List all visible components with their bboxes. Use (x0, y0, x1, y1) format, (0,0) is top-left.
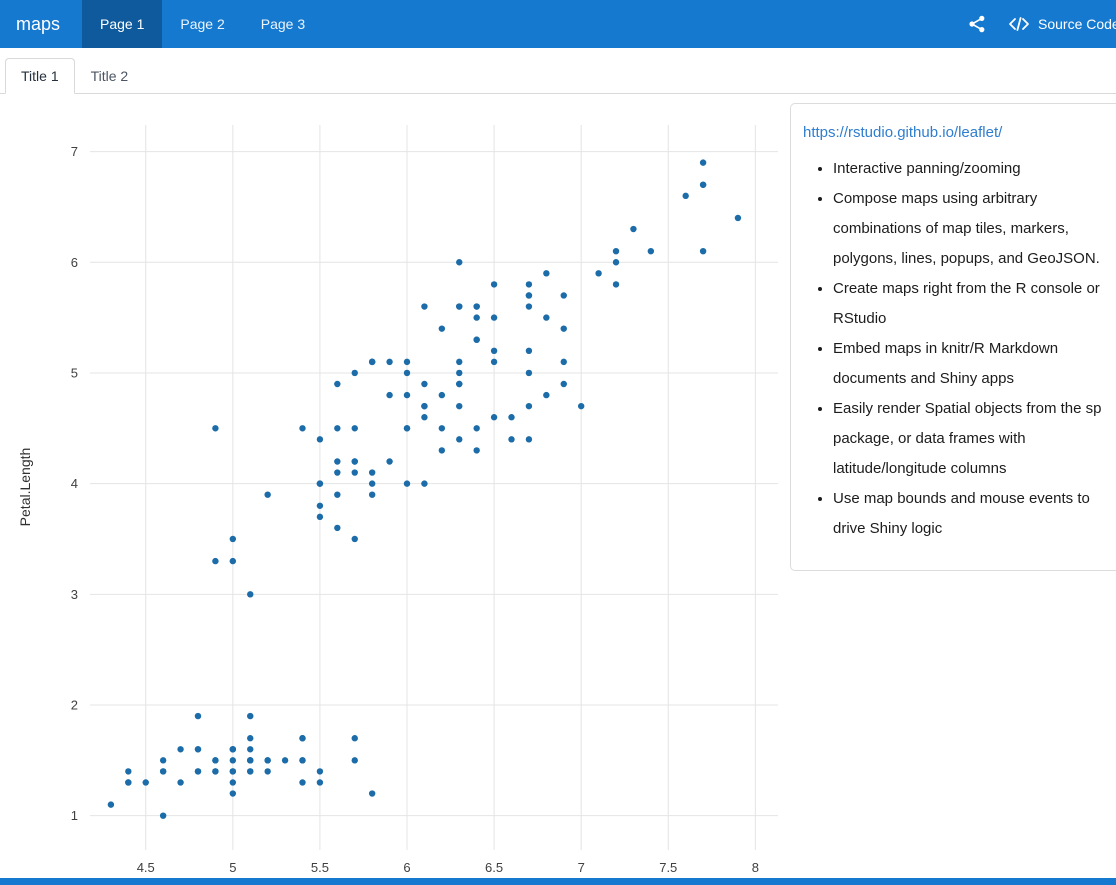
tab-title1[interactable]: Title 1 (5, 58, 75, 94)
list-item: Embed maps in knitr/R Markdown documents… (833, 334, 1107, 394)
svg-text:5.5: 5.5 (311, 860, 329, 875)
scatter-plot[interactable]: 4.5 5 5.5 6 6.5 7 7.5 8 1 2 3 4 5 6 7 Petal.Length (0, 95, 790, 878)
svg-text:5: 5 (71, 365, 78, 380)
navbar: maps Page 1 Page 2 Page 3 Source Code (0, 0, 1116, 48)
svg-text:6.5: 6.5 (485, 860, 503, 875)
svg-text:5: 5 (229, 860, 236, 875)
navbar-right: Source Code (968, 0, 1116, 48)
svg-text:1: 1 (71, 808, 78, 823)
svg-text:7.5: 7.5 (659, 860, 677, 875)
svg-text:8: 8 (752, 860, 759, 875)
source-code-link[interactable]: Source Code (1008, 16, 1116, 32)
footer-strip (0, 878, 1116, 885)
svg-text:4.5: 4.5 (137, 860, 155, 875)
code-icon (1008, 16, 1030, 32)
svg-text:Petal.Length: Petal.Length (17, 448, 33, 527)
feature-list: Interactive panning/zooming Compose maps… (803, 154, 1107, 544)
svg-text:7: 7 (578, 860, 585, 875)
nav-tab-page1[interactable]: Page 1 (82, 0, 163, 48)
list-item: Interactive panning/zooming (833, 154, 1107, 184)
list-item: Use map bounds and mouse events to drive… (833, 484, 1107, 544)
navbar-tabs: Page 1 Page 2 Page 3 (82, 0, 323, 48)
leaflet-info-card: https://rstudio.github.io/leaflet/ Inter… (790, 103, 1116, 571)
svg-text:2: 2 (71, 698, 78, 713)
list-item: Easily render Spatial objects from the s… (833, 394, 1107, 484)
svg-text:7: 7 (71, 144, 78, 159)
scatter-plot-svg[interactable]: 4.5 5 5.5 6 6.5 7 7.5 8 1 2 3 4 5 6 7 Petal.Length (0, 95, 790, 878)
svg-text:6: 6 (71, 255, 78, 270)
list-item: Compose maps using arbitrary combination… (833, 184, 1107, 274)
card-tabset: Title 1 Title 2 (0, 48, 1116, 94)
share-icon[interactable] (968, 15, 986, 33)
svg-text:4: 4 (71, 476, 78, 491)
source-code-label: Source Code (1038, 16, 1116, 32)
list-item: Create maps right from the R console or … (833, 274, 1107, 334)
tab-title2[interactable]: Title 2 (75, 58, 145, 94)
nav-tab-page2[interactable]: Page 2 (162, 0, 242, 48)
svg-text:6: 6 (403, 860, 410, 875)
svg-text:3: 3 (71, 587, 78, 602)
nav-tab-page3[interactable]: Page 3 (243, 0, 323, 48)
leaflet-link[interactable]: https://rstudio.github.io/leaflet/ (803, 122, 1107, 144)
navbar-brand: maps (16, 13, 61, 34)
